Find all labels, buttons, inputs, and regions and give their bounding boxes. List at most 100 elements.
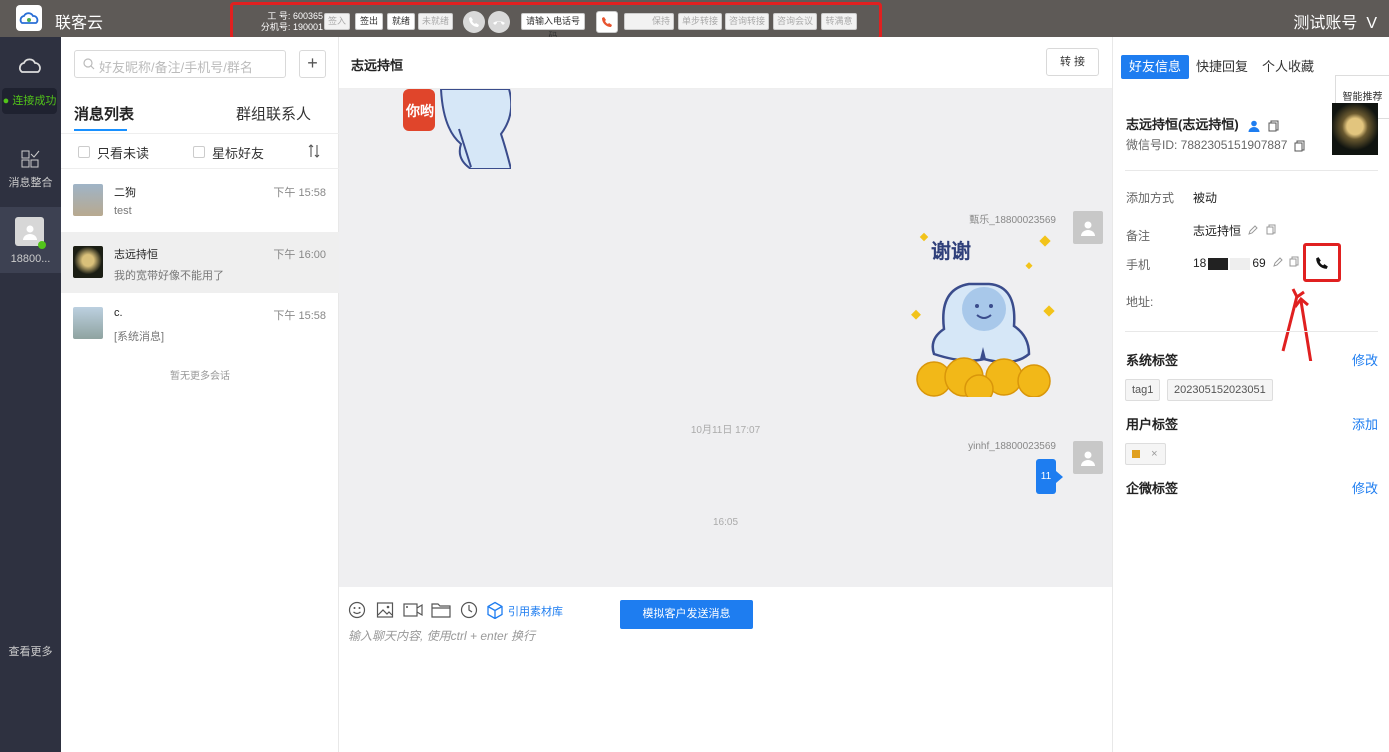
transfer-button[interactable]: 转 接 [1046, 48, 1099, 76]
softphone-toolbar: 工 号: 600365 分机号: 190001 签入 签出 就绪 未就绪 请输入… [230, 2, 882, 41]
consult-meeting-button[interactable]: 咨询会议 [773, 13, 817, 30]
tab-quick-reply[interactable]: 快捷回复 [1196, 55, 1248, 79]
avatar [1073, 441, 1103, 474]
avatar [73, 307, 103, 339]
conversation-item[interactable]: 二狗 下午 15:58 test [61, 170, 339, 231]
annotation-arrow-icon [1275, 281, 1325, 361]
hold-button[interactable]: 保持 [624, 13, 674, 30]
nav-account-item[interactable]: 18800... [0, 207, 61, 273]
unread-only-label[interactable]: 只看未读 [97, 143, 149, 162]
sort-icon[interactable] [308, 144, 320, 158]
copy-icon[interactable] [1266, 224, 1276, 235]
hangup-phone-icon[interactable] [488, 11, 510, 33]
edit-pencil-icon[interactable] [1248, 225, 1259, 235]
add-method-label: 添加方式 [1126, 191, 1175, 205]
user-tag: × [1125, 443, 1166, 465]
copy-icon[interactable] [1289, 256, 1299, 267]
message-input[interactable]: 输入聊天内容, 使用ctrl + enter 换行 [348, 627, 535, 644]
person-icon [1248, 120, 1260, 132]
conversation-panel: 好友昵称/备注/手机号/群名 + 消息列表 群组联系人 只看未读 星标好友 二狗… [61, 37, 339, 752]
single-transfer-button[interactable]: 单步转接 [678, 13, 722, 30]
unread-only-checkbox[interactable] [78, 146, 90, 158]
starred-label[interactable]: 星标好友 [212, 143, 264, 162]
video-icon[interactable] [403, 601, 423, 619]
search-placeholder: 好友昵称/备注/手机号/群名 [99, 60, 253, 75]
chat-header: 志远持恒 转 接 [339, 37, 1112, 89]
avatar [1073, 211, 1103, 244]
sender-name: yinhf_18800023569 [968, 441, 1056, 452]
nav-more-link[interactable]: 查看更多 [0, 643, 61, 659]
tab-underline [74, 129, 127, 131]
account-menu[interactable]: 测试账号 V [1293, 9, 1377, 33]
timestamp: 10月11日 17:07 [690, 425, 761, 436]
system-tags-title: 系统标签 [1126, 353, 1179, 368]
tab-favorites[interactable]: 个人收藏 [1262, 55, 1314, 79]
tab-friend-info[interactable]: 好友信息 [1121, 55, 1190, 79]
conversation-name: c. [114, 307, 123, 319]
sticker-text: 你哟 [406, 103, 434, 119]
system-tags-edit-link[interactable]: 修改 [1352, 350, 1378, 369]
add-button[interactable]: + [299, 50, 326, 78]
conversation-name: 志远持恒 [114, 249, 158, 261]
edit-pencil-icon[interactable] [1273, 257, 1283, 267]
add-method-value: 被动 [1193, 191, 1218, 205]
answer-phone-icon[interactable] [463, 11, 485, 33]
call-phone-icon[interactable] [1303, 243, 1341, 282]
message-bubble: 11 [1036, 459, 1056, 494]
agent-info: 工 号: 600365 分机号: 190001 [260, 11, 323, 32]
emoji-icon[interactable] [348, 601, 366, 619]
remark-value: 志远持恒 [1193, 222, 1276, 239]
masked-digits [1230, 257, 1251, 270]
remark-label: 备注 [1126, 229, 1151, 243]
conversation-item[interactable]: c. 下午 15:58 [系统消息] [61, 293, 339, 354]
chat-title: 志远持恒 [351, 58, 404, 73]
simulate-send-button[interactable]: 模拟客户发送消息 [620, 600, 753, 629]
remove-tag-icon[interactable]: × [1151, 448, 1157, 460]
nav-merge-label[interactable]: 消息整合 [0, 174, 61, 190]
copy-icon[interactable] [1294, 140, 1305, 152]
checkin-button[interactable]: 签入 [324, 13, 350, 30]
no-more-text: 暂无更多会话 [170, 371, 230, 382]
sticker-image: 你哟 [401, 89, 511, 169]
wecom-tags-edit-link[interactable]: 修改 [1352, 478, 1378, 497]
checkout-button[interactable]: 签出 [355, 13, 383, 30]
chevron-down-icon: V [1366, 15, 1377, 32]
nav-account-label: 18800... [10, 253, 51, 265]
app-logo [16, 5, 42, 31]
online-dot [38, 241, 46, 249]
conversation-time: 下午 15:58 [273, 187, 326, 199]
consult-transfer-button[interactable]: 咨询转接 [725, 13, 769, 30]
conversation-preview: [系统消息] [114, 331, 165, 343]
not-ready-button[interactable]: 未就绪 [418, 13, 453, 30]
reference-library-link[interactable]: 引用素材库 [508, 603, 563, 619]
dial-call-icon[interactable] [596, 11, 618, 33]
avatar [73, 246, 103, 278]
ready-button[interactable]: 就绪 [387, 13, 415, 30]
conversation-preview: 我的宽带好像不能用了 [114, 270, 224, 282]
profile-name: 志远持恒(志远持恒) [1126, 114, 1279, 133]
dial-number-input[interactable]: 请输入电话号码 [521, 13, 585, 41]
sticker-text: 谢谢 [931, 241, 971, 263]
divider [1125, 170, 1378, 171]
message-area[interactable]: 你哟 甄乐_18800023569 谢谢 10月11日 17:07 yinhf_… [339, 89, 1112, 587]
satisfaction-button[interactable]: 转满意 [821, 13, 857, 30]
wecom-tags-title: 企微标签 [1126, 481, 1179, 496]
starred-checkbox[interactable] [193, 146, 205, 158]
top-bar: 联客云 工 号: 600365 分机号: 190001 签入 签出 就绪 未就绪… [0, 0, 1389, 41]
merge-grid-icon[interactable] [20, 149, 40, 169]
image-icon[interactable] [376, 601, 394, 619]
conversation-item[interactable]: 志远持恒 下午 16:00 我的宽带好像不能用了 [61, 232, 339, 293]
profile-avatar [1332, 103, 1378, 155]
search-input[interactable]: 好友昵称/备注/手机号/群名 [74, 50, 286, 78]
address-label: 地址: [1126, 295, 1154, 309]
chat-panel: 志远持恒 转 接 你哟 甄乐_18800023569 谢谢 10月11日 17:… [339, 37, 1112, 752]
material-cube-icon[interactable] [486, 601, 504, 619]
history-clock-icon[interactable] [460, 601, 478, 619]
folder-icon[interactable] [431, 601, 451, 619]
tab-message-list[interactable]: 消息列表 [74, 103, 134, 124]
tab-group-contacts[interactable]: 群组联系人 [236, 103, 311, 124]
copy-icon[interactable] [1268, 120, 1279, 132]
timestamp: 16:05 [712, 517, 739, 528]
user-tags-add-link[interactable]: 添加 [1352, 414, 1378, 433]
conversation-preview: test [114, 205, 132, 217]
